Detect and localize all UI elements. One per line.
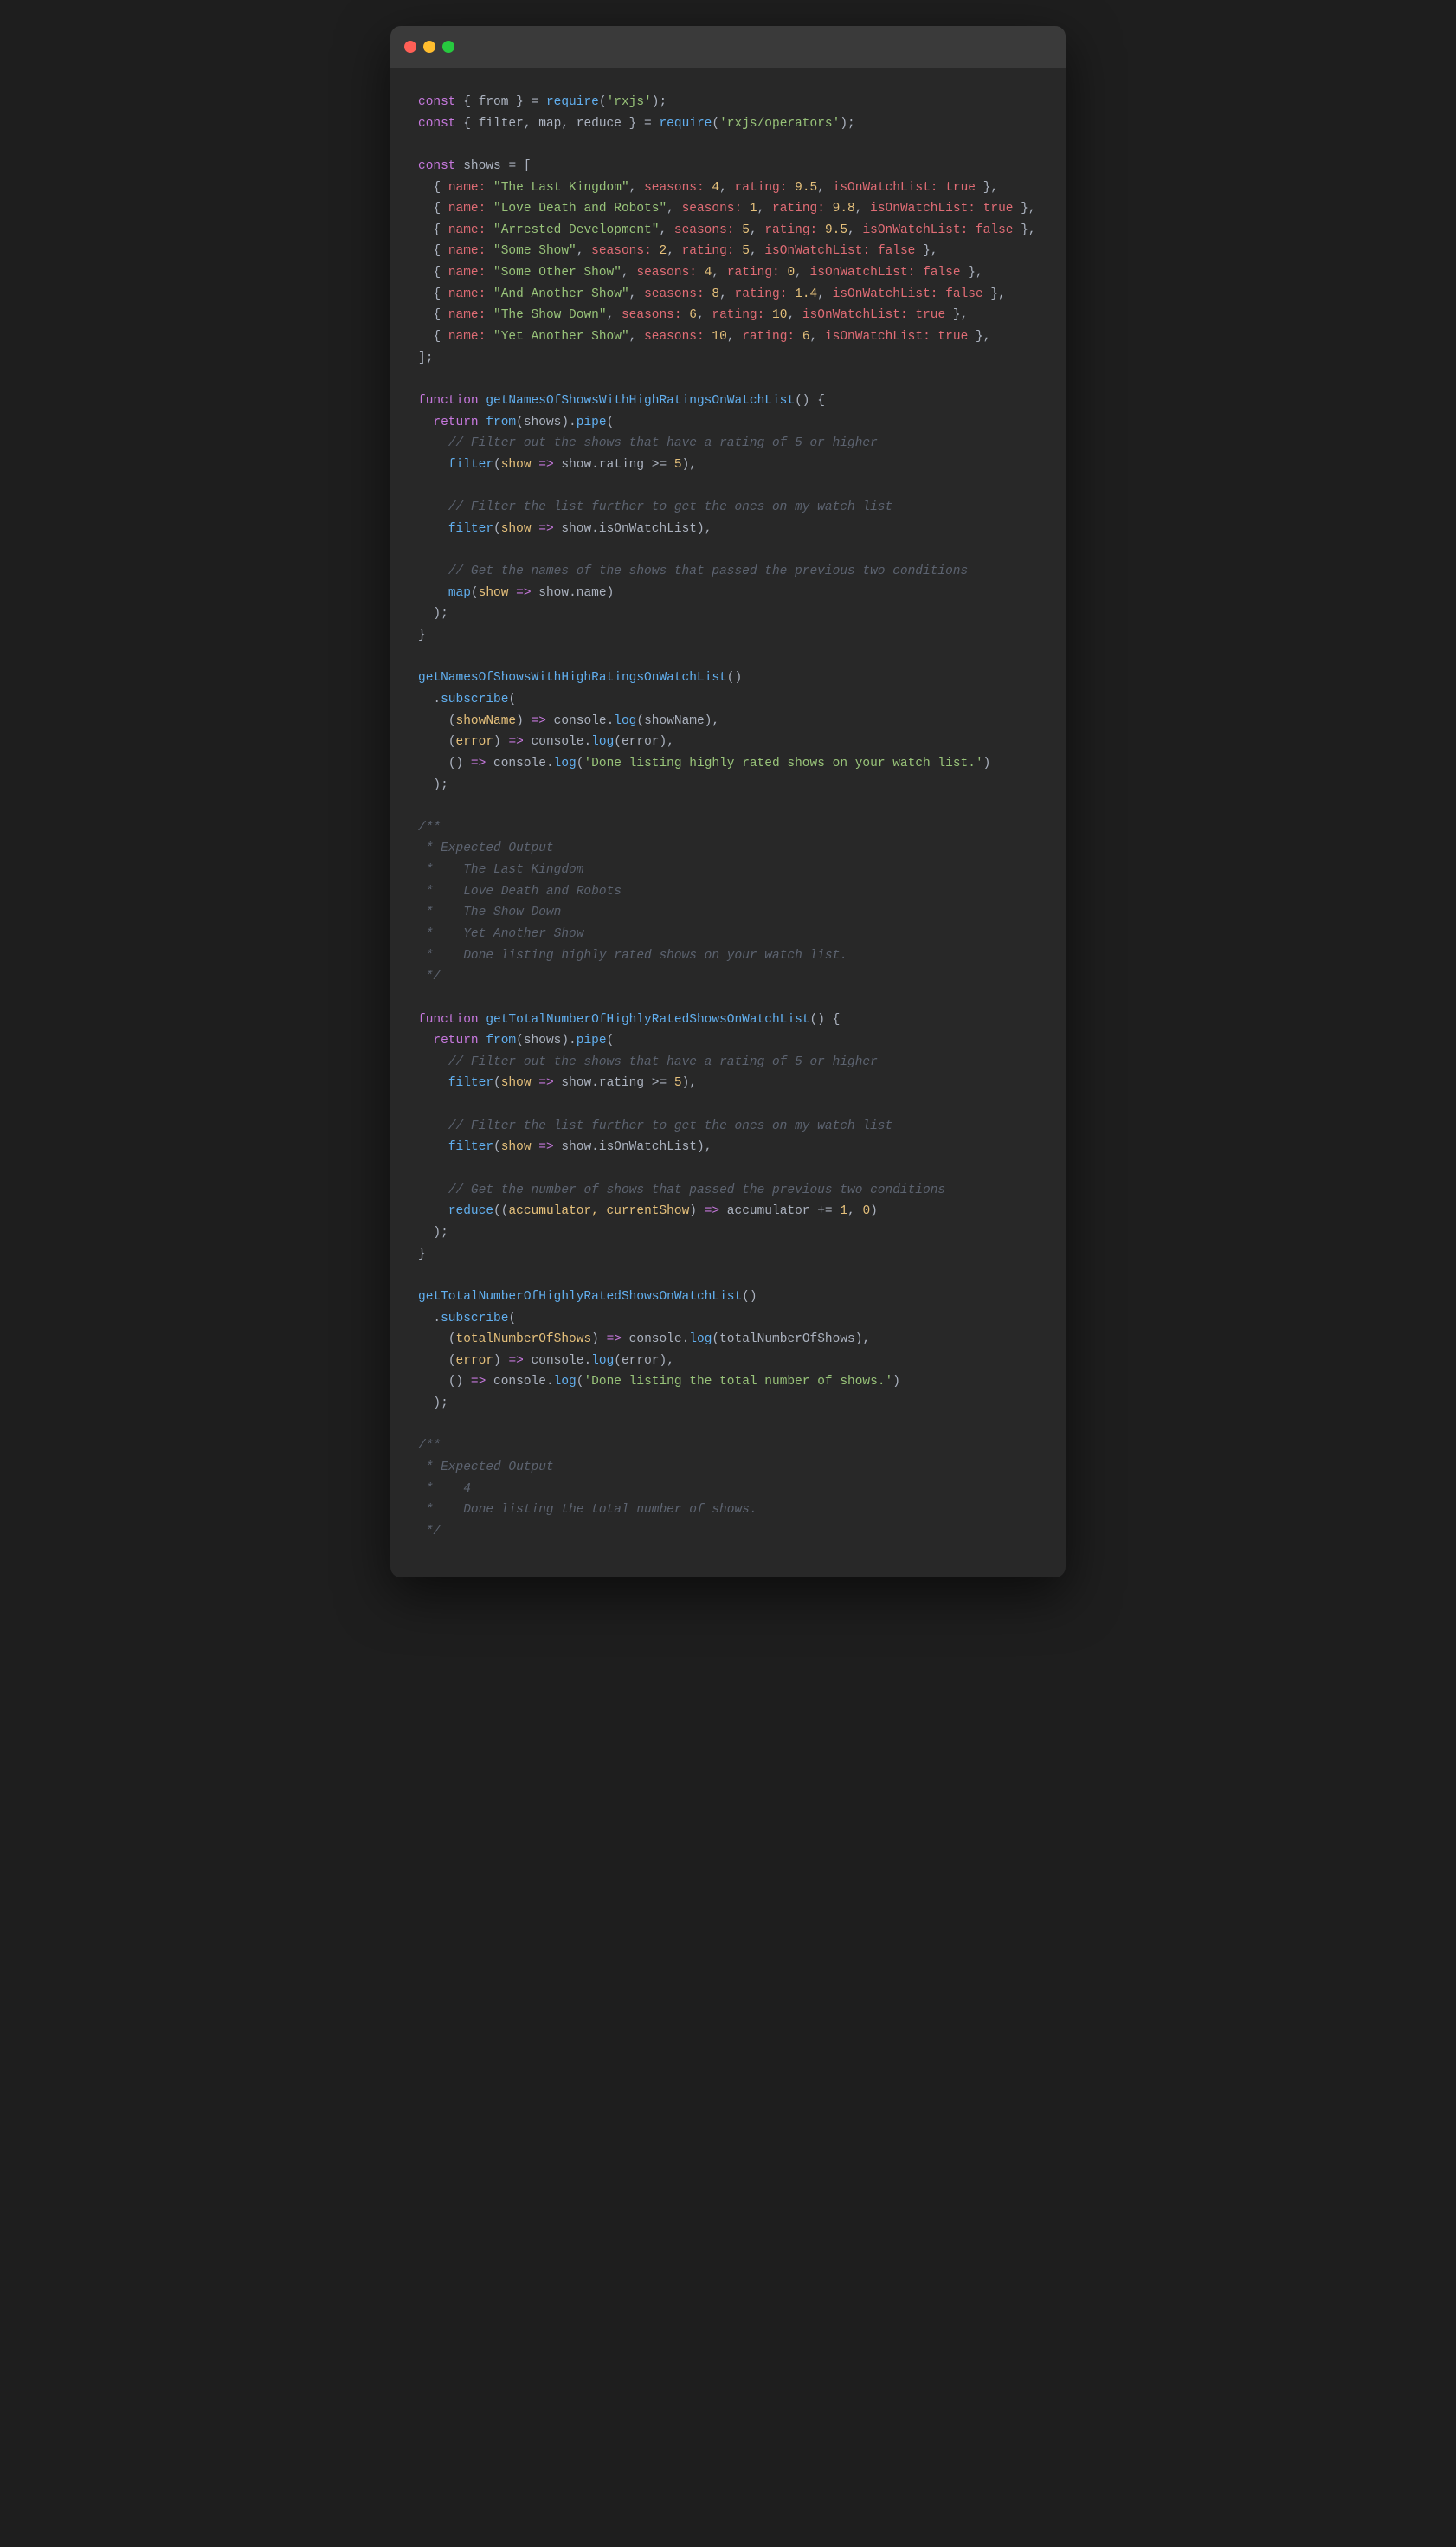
close-button[interactable] — [404, 41, 416, 53]
code-editor[interactable]: const { from } = require('rxjs'); const … — [390, 68, 1066, 1577]
maximize-button[interactable] — [442, 41, 454, 53]
editor-window: const { from } = require('rxjs'); const … — [390, 26, 1066, 1577]
minimize-button[interactable] — [423, 41, 435, 53]
titlebar — [390, 26, 1066, 68]
